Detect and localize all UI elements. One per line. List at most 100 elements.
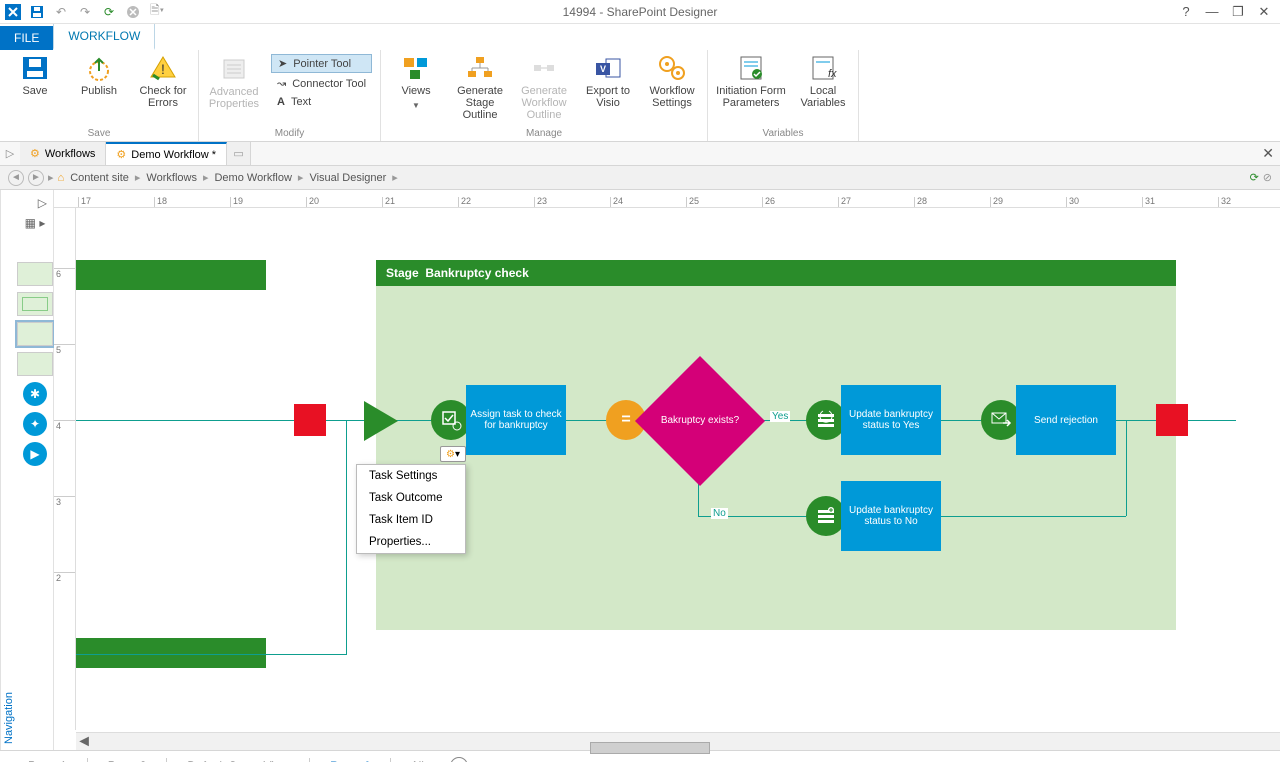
page-tab-all[interactable]: All ▲: [401, 755, 447, 762]
update-no-shape[interactable]: Update bankruptcy status to No: [841, 481, 941, 551]
tool-stack: ➤Pointer Tool ↝Connector Tool AText: [271, 54, 372, 110]
send-rejection-shape[interactable]: Send rejection: [1016, 385, 1116, 455]
group-variables: Initiation Form Parameters fxLocal Varia…: [708, 50, 859, 141]
svg-text:fx: fx: [828, 68, 837, 80]
stage-entry-icon[interactable]: [364, 401, 398, 441]
scroll-thumb[interactable]: [590, 742, 710, 754]
menu-task-item-id[interactable]: Task Item ID: [357, 509, 465, 531]
svg-text:V: V: [600, 64, 606, 74]
tab-workflow[interactable]: WORKFLOW: [53, 23, 155, 50]
nav-back-icon[interactable]: ◄: [8, 170, 24, 186]
update-icon[interactable]: [806, 400, 846, 440]
redo-icon[interactable]: ↷: [74, 2, 96, 22]
check-errors-button[interactable]: !Check for Errors: [136, 54, 190, 109]
group-manage: Views▼ Generate Stage Outline Generate W…: [381, 50, 708, 141]
help-icon[interactable]: ?: [1178, 4, 1194, 20]
design-canvas[interactable]: Stage Bankruptcy check Assign task to ch…: [76, 208, 1280, 730]
ribbon: Save Publish !Check for Errors Save Adva…: [0, 50, 1280, 142]
doctab-new[interactable]: ▭: [227, 142, 251, 165]
left-sidebar: ▷ ▦ ▸ ✱ ✦ ▶: [17, 190, 54, 750]
page-thumb-1[interactable]: [17, 262, 53, 286]
tab-file[interactable]: FILE: [0, 26, 53, 50]
page-thumb-3[interactable]: [17, 322, 53, 346]
play-icon[interactable]: ▶: [23, 442, 47, 466]
local-variables-button[interactable]: fxLocal Variables: [796, 54, 850, 109]
page-thumb-2[interactable]: [17, 292, 53, 316]
nav-forward-icon[interactable]: ►: [28, 170, 44, 186]
page-icon: ▭: [233, 147, 243, 160]
smart-tag-icon[interactable]: ⚙▾: [440, 446, 466, 462]
update-icon[interactable]: [806, 496, 846, 536]
stage-header: Stage Bankruptcy check: [376, 260, 1176, 286]
ruler-horizontal: 17181920212223242526272829303132: [54, 190, 1280, 208]
branch-no: No: [711, 508, 728, 519]
crumb-site[interactable]: Content site: [68, 172, 131, 184]
connector: [934, 516, 1126, 517]
action-icon[interactable]: ✦: [23, 412, 47, 436]
crumb-workflows[interactable]: Workflows: [144, 172, 199, 184]
page-tab-2[interactable]: Page-2: [98, 755, 157, 762]
window-controls: ? — ❐ ✕: [1178, 4, 1280, 20]
text-tool[interactable]: AText: [271, 94, 372, 110]
undo-icon[interactable]: ↶: [50, 2, 72, 22]
email-icon[interactable]: [981, 400, 1021, 440]
connector: [1126, 420, 1127, 516]
app-icon[interactable]: [2, 2, 24, 22]
navigation-pane-label[interactable]: Navigation: [0, 190, 17, 750]
views-button[interactable]: Views▼: [389, 54, 443, 112]
stop-icon[interactable]: [122, 2, 144, 22]
crumb-designer[interactable]: Visual Designer: [307, 172, 388, 184]
update-yes-shape[interactable]: Update bankruptcy status to Yes: [841, 385, 941, 455]
context-menu: Task Settings Task Outcome Task Item ID …: [356, 464, 466, 554]
expand-icon[interactable]: ▷: [0, 147, 20, 160]
breadcrumb: ◄ ► ▸ ⌂ Content site▸ Workflows▸ Demo Wo…: [0, 166, 1280, 190]
publish-button[interactable]: Publish: [72, 54, 126, 97]
quick-access-toolbar: ↶ ↷ ⟳ 🗎▾: [0, 2, 168, 22]
decision-label: Bakruptcy exists?: [654, 415, 746, 426]
assign-task-shape[interactable]: Assign task to check for bankruptcy: [466, 385, 566, 455]
group-label-variables: Variables: [763, 126, 804, 139]
save-button[interactable]: Save: [8, 54, 62, 97]
collapse-icon[interactable]: ▷: [38, 196, 53, 210]
doctab-demo[interactable]: ⚙Demo Workflow *: [106, 142, 227, 165]
document-icon[interactable]: 🗎▾: [146, 2, 168, 22]
page-tab-default[interactable]: Default Stage View: [177, 755, 299, 762]
doctab-close-icon[interactable]: ✕: [1262, 145, 1274, 162]
maximize-icon[interactable]: ❐: [1230, 4, 1246, 20]
zoom-fit-icon[interactable]: ✱: [23, 382, 47, 406]
main-area: Navigation ▷ ▦ ▸ ✱ ✦ ▶ 17181920212223242…: [0, 190, 1280, 750]
pointer-tool[interactable]: ➤Pointer Tool: [271, 54, 372, 73]
next-stage-bar: [76, 638, 266, 668]
menu-task-outcome[interactable]: Task Outcome: [357, 487, 465, 509]
group-label-manage: Manage: [526, 126, 562, 139]
refresh-icon[interactable]: ⟳: [1250, 171, 1259, 184]
workflow-settings-button[interactable]: Workflow Settings: [645, 54, 699, 109]
horizontal-scrollbar[interactable]: ◄ ►: [76, 732, 1280, 750]
prev-stage-bar: [76, 260, 266, 290]
doctab-workflows[interactable]: ⚙Workflows: [20, 142, 106, 165]
minimize-icon[interactable]: —: [1204, 4, 1220, 20]
ruler-vertical: 65432: [54, 208, 76, 730]
start-terminator[interactable]: [294, 404, 326, 436]
scroll-left-icon[interactable]: ◄: [76, 733, 92, 751]
export-visio-button[interactable]: VExport to Visio: [581, 54, 635, 109]
crumb-demo[interactable]: Demo Workflow: [212, 172, 293, 184]
shapes-toggle-icon[interactable]: ▦ ▸: [25, 216, 46, 230]
pointer-icon: ➤: [278, 57, 287, 70]
page-thumb-4[interactable]: [17, 352, 53, 376]
menu-properties[interactable]: Properties...: [357, 531, 465, 553]
menu-task-settings[interactable]: Task Settings: [357, 465, 465, 487]
add-page-button[interactable]: +: [450, 757, 468, 762]
refresh-icon[interactable]: ⟳: [98, 2, 120, 22]
page-tab-1[interactable]: Page-1: [18, 755, 77, 762]
initiation-form-button[interactable]: Initiation Form Parameters: [716, 54, 786, 109]
close-icon[interactable]: ✕: [1256, 4, 1272, 20]
stop-icon[interactable]: ⊘: [1263, 171, 1272, 184]
page-tab-4[interactable]: Page-4: [320, 755, 379, 762]
end-terminator[interactable]: [1156, 404, 1188, 436]
home-icon[interactable]: ⌂: [58, 172, 65, 184]
generate-stage-button[interactable]: Generate Stage Outline: [453, 54, 507, 121]
task-icon[interactable]: [431, 400, 471, 440]
save-icon[interactable]: [26, 2, 48, 22]
connector-tool[interactable]: ↝Connector Tool: [271, 75, 372, 92]
